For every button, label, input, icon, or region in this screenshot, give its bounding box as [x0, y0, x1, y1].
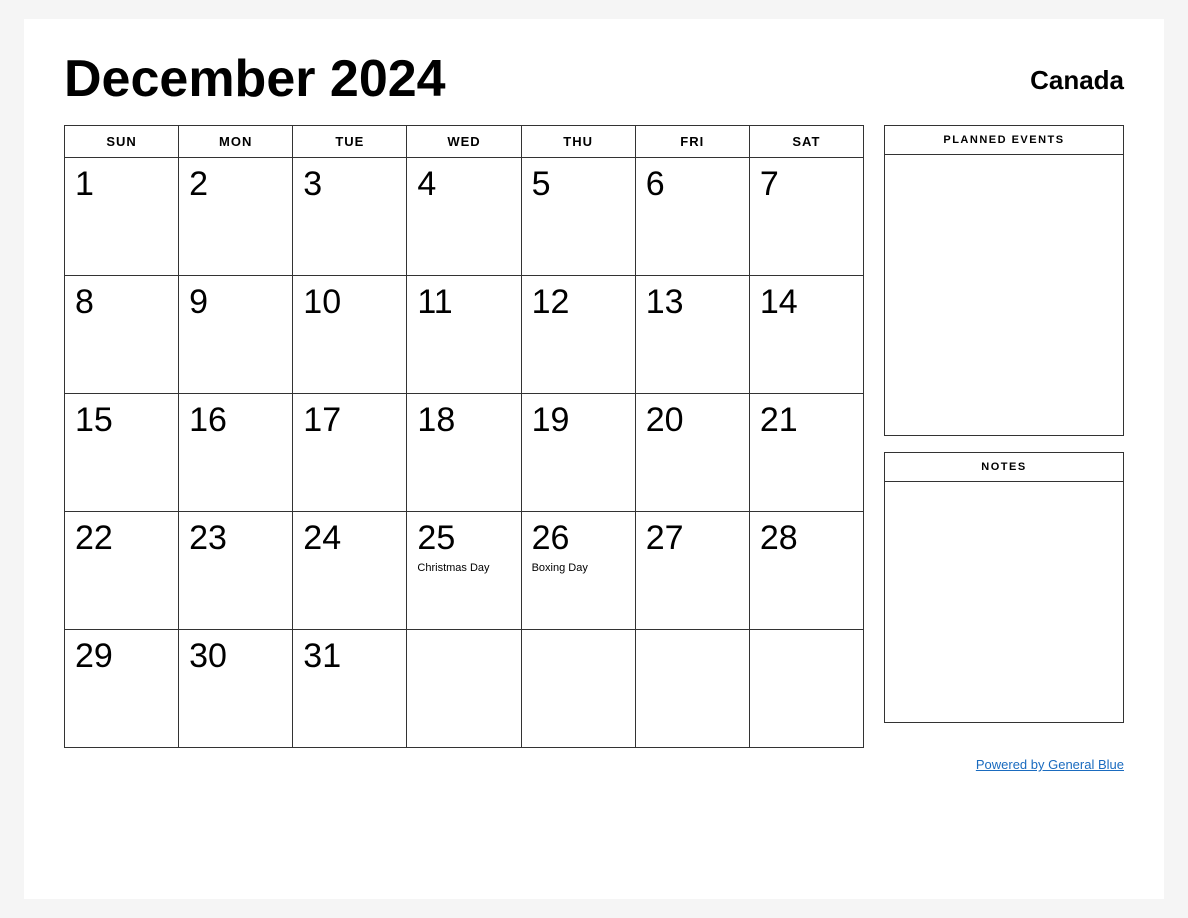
day-number: 22 — [75, 520, 168, 557]
day-number: 3 — [303, 166, 396, 203]
day-number: 16 — [189, 402, 282, 439]
calendar-cell — [521, 630, 635, 748]
calendar-cell: 11 — [407, 276, 521, 394]
day-number: 4 — [417, 166, 510, 203]
day-number: 25 — [417, 520, 510, 557]
calendar-cell: 27 — [635, 512, 749, 630]
calendar-cell: 21 — [749, 394, 863, 512]
day-number: 23 — [189, 520, 282, 557]
calendar-cell: 8 — [65, 276, 179, 394]
day-number: 24 — [303, 520, 396, 557]
day-number: 11 — [417, 284, 510, 321]
calendar-cell: 19 — [521, 394, 635, 512]
month-title: December 2024 — [64, 49, 446, 109]
day-number: 9 — [189, 284, 282, 321]
day-number: 6 — [646, 166, 739, 203]
day-of-week-header: WED — [407, 126, 521, 158]
calendar-cell: 6 — [635, 158, 749, 276]
calendar-section: SUNMONTUEWEDTHUFRISAT 123456789101112131… — [64, 125, 864, 748]
calendar-cell: 29 — [65, 630, 179, 748]
main-content: SUNMONTUEWEDTHUFRISAT 123456789101112131… — [64, 125, 1124, 748]
calendar-cell: 1 — [65, 158, 179, 276]
calendar-cell: 2 — [179, 158, 293, 276]
calendar-cell: 23 — [179, 512, 293, 630]
day-number: 30 — [189, 638, 282, 675]
day-number: 10 — [303, 284, 396, 321]
planned-events-header: PLANNED EVENTS — [885, 126, 1123, 155]
calendar-week-row: 89 10 11 12 13 14 — [65, 276, 864, 394]
calendar-cell: 13 — [635, 276, 749, 394]
calendar-cell: 31 — [293, 630, 407, 748]
day-number: 12 — [532, 284, 625, 321]
day-number: 13 — [646, 284, 739, 321]
day-number: 29 — [75, 638, 168, 675]
calendar-week-row: 1234567 — [65, 158, 864, 276]
page: December 2024 Canada SUNMONTUEWEDTHUFRIS… — [24, 19, 1164, 899]
day-number: 18 — [417, 402, 510, 439]
day-number: 27 — [646, 520, 739, 557]
calendar-cell: 30 — [179, 630, 293, 748]
notes-header: NOTES — [885, 453, 1123, 482]
calendar-cell — [749, 630, 863, 748]
calendar-cell: 20 — [635, 394, 749, 512]
footer: Powered by General Blue — [64, 756, 1124, 774]
calendar-cell: 28 — [749, 512, 863, 630]
header: December 2024 Canada — [64, 49, 1124, 109]
day-of-week-header: TUE — [293, 126, 407, 158]
day-of-week-header: SUN — [65, 126, 179, 158]
day-number: 19 — [532, 402, 625, 439]
calendar-cell: 17 — [293, 394, 407, 512]
day-number: 26 — [532, 520, 625, 557]
day-of-week-header: SAT — [749, 126, 863, 158]
calendar-cell — [635, 630, 749, 748]
calendar-table: SUNMONTUEWEDTHUFRISAT 123456789101112131… — [64, 125, 864, 748]
calendar-cell: 9 — [179, 276, 293, 394]
sidebar: PLANNED EVENTS NOTES — [884, 125, 1124, 748]
country-title: Canada — [1030, 49, 1124, 96]
calendar-cell: 16 — [179, 394, 293, 512]
planned-events-box: PLANNED EVENTS — [884, 125, 1124, 436]
day-number: 17 — [303, 402, 396, 439]
calendar-cell: 4 — [407, 158, 521, 276]
calendar-cell: 12 — [521, 276, 635, 394]
calendar-cell: 15 — [65, 394, 179, 512]
calendar-cell: 10 — [293, 276, 407, 394]
calendar-cell: 18 — [407, 394, 521, 512]
day-of-week-header: FRI — [635, 126, 749, 158]
calendar-cell: 25 Christmas Day — [407, 512, 521, 630]
day-number: 20 — [646, 402, 739, 439]
planned-events-content — [885, 155, 1123, 435]
day-number: 1 — [75, 166, 168, 203]
calendar-week-row: 29 30 31 — [65, 630, 864, 748]
calendar-cell: 3 — [293, 158, 407, 276]
calendar-cell: 26 Boxing Day — [521, 512, 635, 630]
holiday-label: Boxing Day — [532, 561, 625, 575]
day-number: 7 — [760, 166, 853, 203]
powered-by-link[interactable]: Powered by General Blue — [976, 757, 1124, 772]
holiday-label: Christmas Day — [417, 561, 510, 575]
calendar-week-row: 22 23 24 25 Christmas Day 26 Boxing Day 27 28 — [65, 512, 864, 630]
day-number: 5 — [532, 166, 625, 203]
day-number: 8 — [75, 284, 168, 321]
calendar-cell: 22 — [65, 512, 179, 630]
day-number: 31 — [303, 638, 396, 675]
notes-box: NOTES — [884, 452, 1124, 723]
calendar-week-row: 15 16 17 18 19 20 21 — [65, 394, 864, 512]
calendar-cell — [407, 630, 521, 748]
day-of-week-header: MON — [179, 126, 293, 158]
notes-content — [885, 482, 1123, 722]
day-of-week-header: THU — [521, 126, 635, 158]
day-number: 14 — [760, 284, 853, 321]
day-number: 15 — [75, 402, 168, 439]
calendar-cell: 5 — [521, 158, 635, 276]
day-number: 2 — [189, 166, 282, 203]
calendar-cell: 14 — [749, 276, 863, 394]
calendar-cell: 24 — [293, 512, 407, 630]
day-number: 28 — [760, 520, 853, 557]
calendar-cell: 7 — [749, 158, 863, 276]
day-number: 21 — [760, 402, 853, 439]
